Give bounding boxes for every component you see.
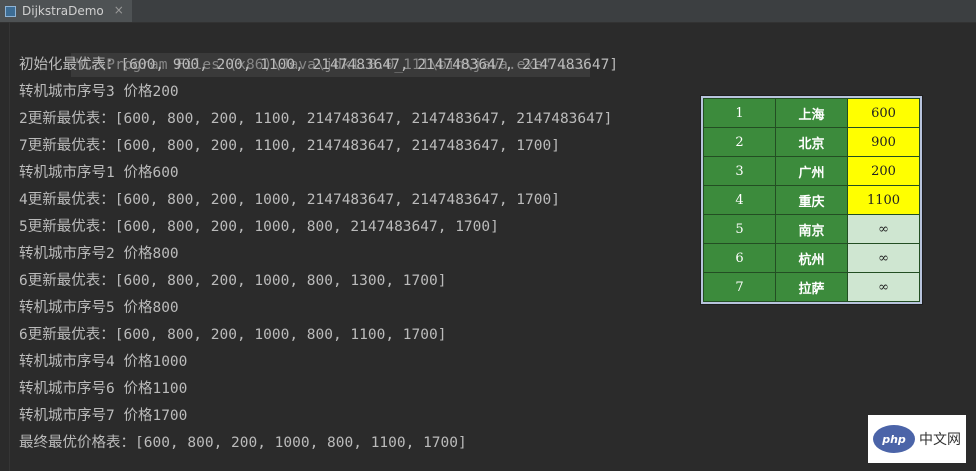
city-price: 200 — [847, 156, 920, 186]
console-line: 7更新最优表：[600, 800, 200, 1100, 2147483647,… — [19, 138, 560, 154]
svg-text:php: php — [881, 433, 906, 446]
console-line: 转机城市序号6 价格1100 — [19, 381, 188, 397]
ide-run-window: DijkstraDemo × "C:\Program Files (x86)\J… — [0, 0, 976, 471]
console-line: 最终最优价格表：[600, 800, 200, 1000, 800, 1100,… — [19, 435, 467, 451]
php-logo-lettering: php — [881, 433, 906, 446]
city-name: 南京 — [775, 214, 848, 244]
city-index: 2 — [703, 127, 776, 157]
city-name: 重庆 — [775, 185, 848, 215]
run-tab-dijkstrademo[interactable]: DijkstraDemo × — [0, 0, 132, 22]
console-line: 转机城市序号7 价格1700 — [19, 408, 188, 424]
run-tab-bar: DijkstraDemo × — [0, 0, 976, 23]
city-price: ∞ — [847, 243, 920, 273]
php-cn-watermark: php 中文网 — [868, 415, 966, 463]
city-index: 6 — [703, 243, 776, 273]
city-name: 广州 — [775, 156, 848, 186]
run-tab-title: DijkstraDemo — [22, 4, 104, 18]
city-index: 7 — [703, 272, 776, 302]
city-name: 杭州 — [775, 243, 848, 273]
php-logo-icon: php — [873, 425, 915, 453]
console-line: 转机城市序号1 价格600 — [19, 165, 179, 181]
console-line: 转机城市序号5 价格800 — [19, 300, 179, 316]
city-name: 上海 — [775, 98, 848, 128]
table-row: 2 北京 900 — [703, 127, 920, 157]
city-index: 1 — [703, 98, 776, 128]
city-index: 3 — [703, 156, 776, 186]
console-line: 转机城市序号3 价格200 — [19, 84, 179, 100]
price-table-overlay: 1 上海 600 2 北京 900 3 广州 200 4 重庆 1100 5 南… — [701, 96, 922, 304]
city-price: 900 — [847, 127, 920, 157]
console-line: 5更新最优表：[600, 800, 200, 1000, 800, 214748… — [19, 219, 499, 235]
city-index: 4 — [703, 185, 776, 215]
table-row: 7 拉萨 ∞ — [703, 272, 920, 302]
price-table: 1 上海 600 2 北京 900 3 广州 200 4 重庆 1100 5 南… — [703, 98, 920, 302]
console-line: 6更新最优表：[600, 800, 200, 1000, 800, 1100, … — [19, 327, 447, 343]
console-line: 2更新最优表：[600, 800, 200, 1100, 2147483647,… — [19, 111, 613, 127]
city-price: 600 — [847, 98, 920, 128]
city-name: 拉萨 — [775, 272, 848, 302]
console-command-line[interactable]: "C:\Program Files (x86)\Java\jdk1.8.0_11… — [19, 25, 679, 77]
city-index: 5 — [703, 214, 776, 244]
city-price: 1100 — [847, 185, 920, 215]
table-row: 4 重庆 1100 — [703, 185, 920, 215]
console-gutter — [9, 22, 10, 471]
console-line: 初始化最优表：[600, 900, 200, 1100, 2147483647,… — [19, 57, 619, 73]
table-row: 6 杭州 ∞ — [703, 243, 920, 273]
table-row: 3 广州 200 — [703, 156, 920, 186]
console-line: 6更新最优表：[600, 800, 200, 1000, 800, 1300, … — [19, 273, 447, 289]
console-line: 4更新最优表：[600, 800, 200, 1000, 2147483647,… — [19, 192, 560, 208]
watermark-text: 中文网 — [919, 432, 961, 448]
console-line: 转机城市序号4 价格1000 — [19, 354, 188, 370]
close-icon[interactable]: × — [114, 3, 124, 17]
city-price: ∞ — [847, 214, 920, 244]
console-output[interactable]: "C:\Program Files (x86)\Java\jdk1.8.0_11… — [19, 25, 679, 457]
city-price: ∞ — [847, 272, 920, 302]
run-config-icon — [4, 5, 16, 17]
console-line: 转机城市序号2 价格800 — [19, 246, 179, 262]
table-row: 5 南京 ∞ — [703, 214, 920, 244]
table-row: 1 上海 600 — [703, 98, 920, 128]
city-name: 北京 — [775, 127, 848, 157]
